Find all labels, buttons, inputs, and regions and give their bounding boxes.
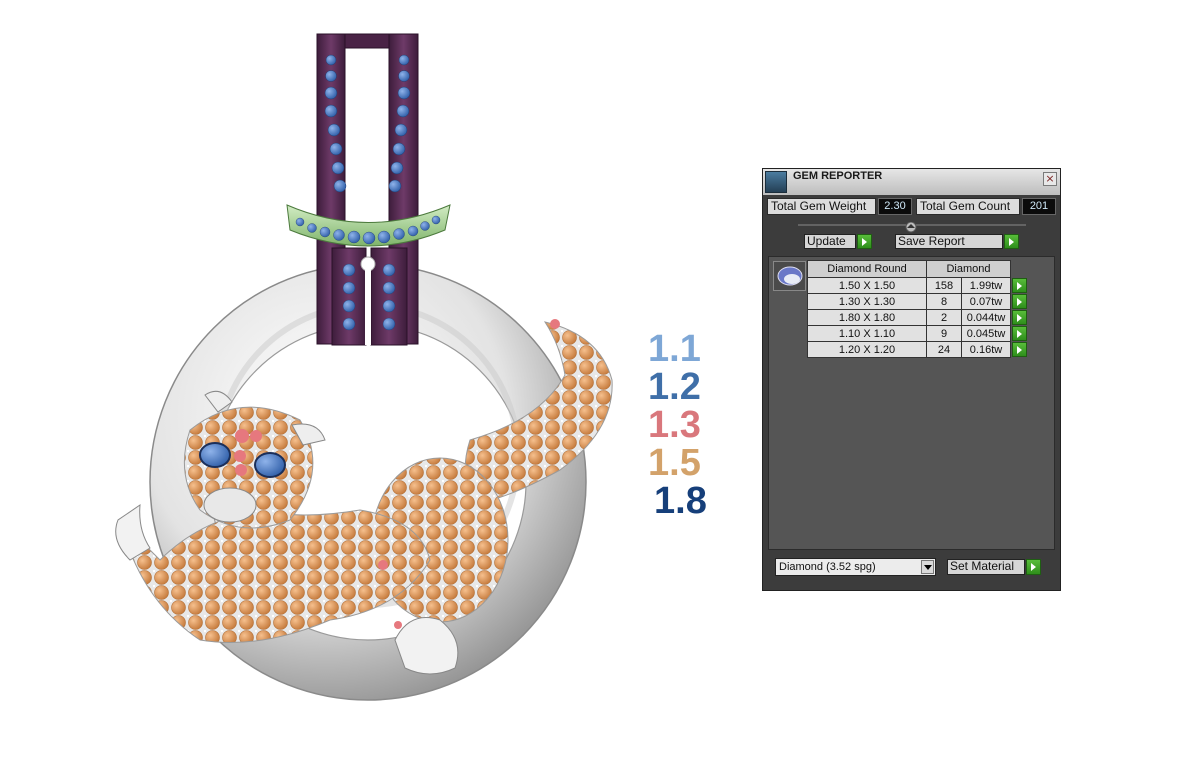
header-material: Diamond — [926, 260, 1011, 278]
legend-size-3: 1.5 — [648, 442, 701, 484]
panel-title: GEM REPORTER — [793, 170, 883, 182]
gem-size-legend: 1.1 1.2 1.3 1.5 1.8 — [648, 330, 728, 520]
row-action — [1011, 309, 1027, 326]
gem-weight: 1.99tw — [961, 277, 1011, 294]
gem-weight: 0.045tw — [961, 325, 1011, 342]
row-arrow-icon[interactable] — [1012, 341, 1027, 357]
gem-weight: 0.07tw — [961, 293, 1011, 310]
gem-size: 1.80 X 1.80 — [807, 309, 927, 326]
row-arrow-icon[interactable] — [1012, 277, 1027, 293]
material-select[interactable]: Diamond (3.52 spg) — [775, 558, 936, 576]
gem-count: 158 — [926, 277, 962, 294]
gem-size: 1.50 X 1.50 — [807, 277, 927, 294]
save-report-button[interactable]: Save Report — [895, 234, 1003, 249]
gem-reporter-icon — [765, 171, 787, 193]
gem-size: 1.30 X 1.30 — [807, 293, 927, 310]
save-report-arrow-icon[interactable] — [1004, 234, 1019, 249]
legend-size-1: 1.2 — [648, 366, 701, 408]
total-gem-weight-value: 2.30 — [878, 198, 912, 215]
row-action — [1011, 325, 1027, 342]
panel-titlebar[interactable]: GEM REPORTER × — [763, 169, 1060, 195]
total-gem-count-label: Total Gem Count — [916, 198, 1020, 215]
row-arrow-icon[interactable] — [1012, 293, 1027, 309]
round-gem-icon — [777, 266, 803, 286]
gem-weight: 0.044tw — [961, 309, 1011, 326]
gem-size: 1.20 X 1.20 — [807, 341, 927, 358]
row-arrow-icon[interactable] — [1012, 309, 1027, 325]
gem-thumbnail[interactable] — [773, 261, 806, 291]
pendant-render — [115, 33, 613, 701]
model-viewport[interactable] — [0, 0, 740, 760]
header-shape: Diamond Round — [807, 260, 927, 278]
set-material-arrow-icon[interactable] — [1026, 559, 1041, 575]
panel-splitter[interactable] — [798, 222, 1026, 234]
gem-count: 8 — [926, 293, 962, 310]
gem-table: Diamond Round Diamond 1.50 X 1.50 158 1.99… — [807, 260, 1027, 358]
row-action — [1011, 341, 1027, 358]
table-row[interactable]: 1.10 X 1.10 9 0.045tw — [807, 325, 1027, 342]
set-material-button[interactable]: Set Material — [947, 559, 1025, 575]
table-row[interactable]: 1.80 X 1.80 2 0.044tw — [807, 309, 1027, 326]
total-gem-count-value: 201 — [1022, 198, 1056, 215]
legend-size-4: 1.8 — [654, 480, 707, 522]
gem-count: 24 — [926, 341, 962, 358]
row-action — [1011, 293, 1027, 310]
chevron-down-icon[interactable] — [921, 560, 934, 574]
material-select-value: Diamond (3.52 spg) — [779, 561, 876, 573]
legend-size-2: 1.3 — [648, 404, 701, 446]
legend-size-0: 1.1 — [648, 328, 701, 370]
table-row[interactable]: 1.20 X 1.20 24 0.16tw — [807, 341, 1027, 358]
gem-size: 1.10 X 1.10 — [807, 325, 927, 342]
table-row[interactable]: 1.50 X 1.50 158 1.99tw — [807, 277, 1027, 294]
gem-weight: 0.16tw — [961, 341, 1011, 358]
row-action — [1011, 277, 1027, 294]
row-arrow-icon[interactable] — [1012, 325, 1027, 341]
gem-count: 9 — [926, 325, 962, 342]
close-button[interactable]: × — [1043, 172, 1057, 186]
table-row[interactable]: 1.30 X 1.30 8 0.07tw — [807, 293, 1027, 310]
update-button[interactable]: Update — [804, 234, 856, 249]
bail-lower — [331, 247, 408, 346]
gem-count: 2 — [926, 309, 962, 326]
update-arrow-icon[interactable] — [857, 234, 872, 249]
total-gem-weight-label: Total Gem Weight — [767, 198, 876, 215]
